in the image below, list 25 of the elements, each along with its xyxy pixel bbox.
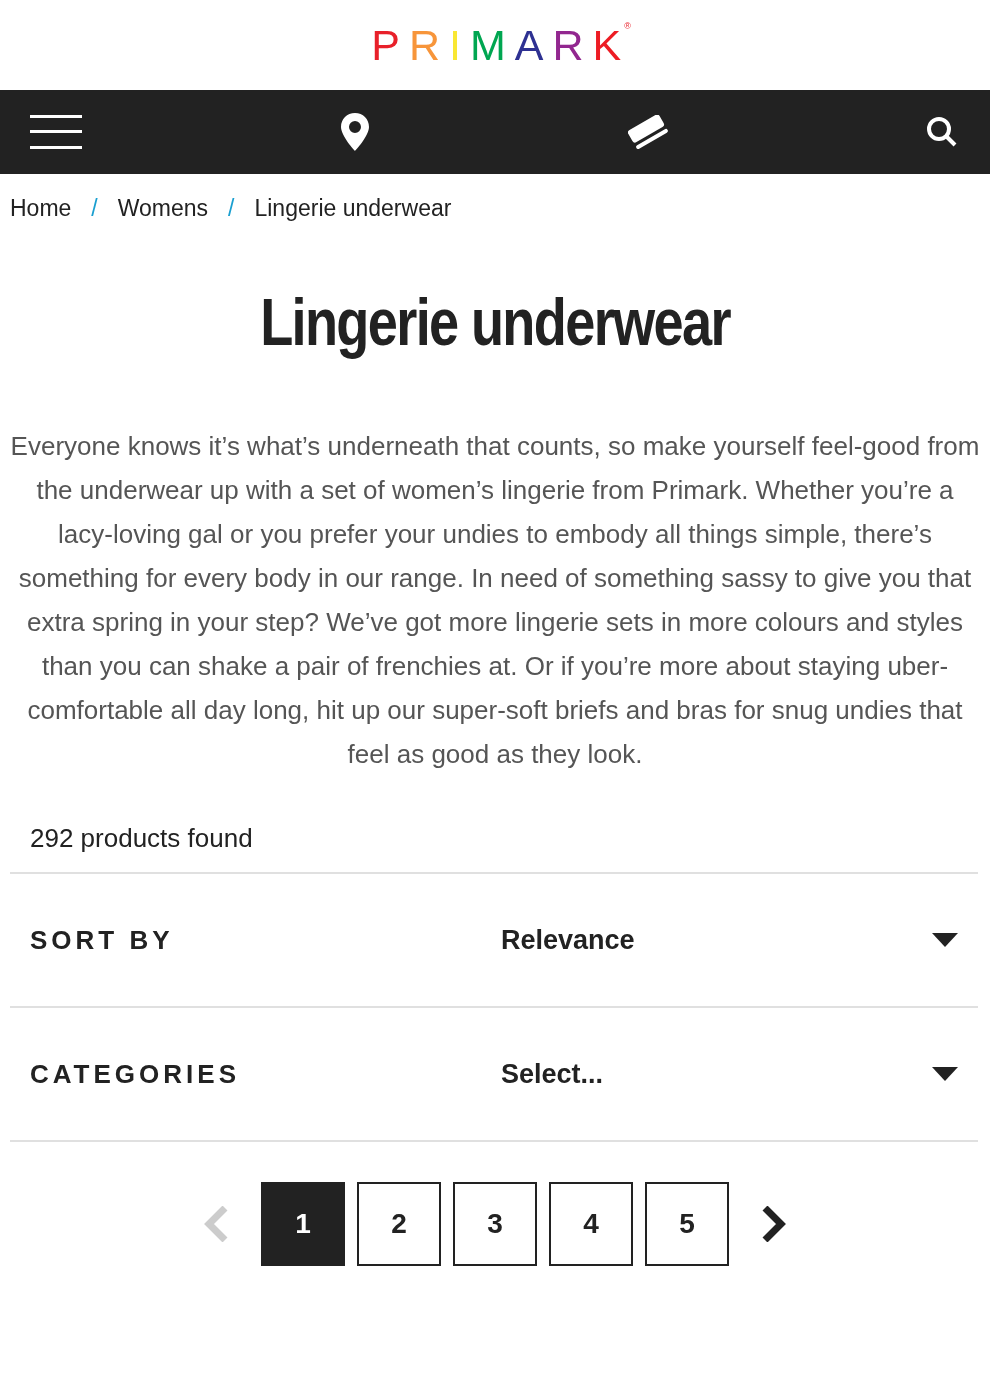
brand-logo[interactable]: P R I M A R K$^{®}$ — [359, 20, 631, 70]
caret-icon — [932, 1067, 958, 1081]
dropdown-select[interactable]: Select... — [501, 1058, 958, 1090]
page-button[interactable]: 4 — [549, 1182, 633, 1266]
next-page-icon[interactable] — [761, 1206, 787, 1242]
breadcrumb-link[interactable]: Womens — [117, 194, 209, 222]
filter-label: CATEGORIES — [30, 1058, 241, 1090]
breadcrumb-link[interactable]: Home — [10, 194, 72, 222]
breadcrumb-link[interactable]: Lingerie underwear — [254, 194, 452, 222]
search-icon[interactable] — [926, 116, 958, 148]
breadcrumb-separator: / — [91, 194, 98, 222]
card-icon[interactable] — [628, 115, 668, 149]
menu-icon[interactable] — [30, 115, 82, 149]
breadcrumb-separator: / — [228, 194, 235, 222]
page-button[interactable]: 1 — [261, 1182, 345, 1266]
caret-icon — [932, 933, 958, 947]
page-button[interactable]: 3 — [453, 1182, 537, 1266]
filter-label: SORT BY — [30, 924, 175, 956]
results-count: 292 products found — [29, 822, 254, 855]
location-pin-icon[interactable] — [340, 113, 370, 151]
page-button[interactable]: 2 — [357, 1182, 441, 1266]
page-title: Lingerie underwear — [259, 284, 732, 360]
dropdown-select[interactable]: Relevance — [501, 924, 958, 956]
page-button[interactable]: 5 — [645, 1182, 729, 1266]
category-description: Everyone knows it’s what’s underneath that counts, so make yourself feel-good from the underwear up with a set of women’s lingerie from Primark. Whether you’re a lacy-loving gal or you prefer your undies to embody all things simple, there’s something for every body in our range. In need of something sassy to give you that extra spring in your step? We’ve got more lingerie sets in more colours and styles than you can shake a pair of frenchies at. Or if you’re more about staying uber-comfortable all day long, hit up our super-soft briefs and bras for snug undies that feel as good as they look. — [10, 430, 980, 771]
